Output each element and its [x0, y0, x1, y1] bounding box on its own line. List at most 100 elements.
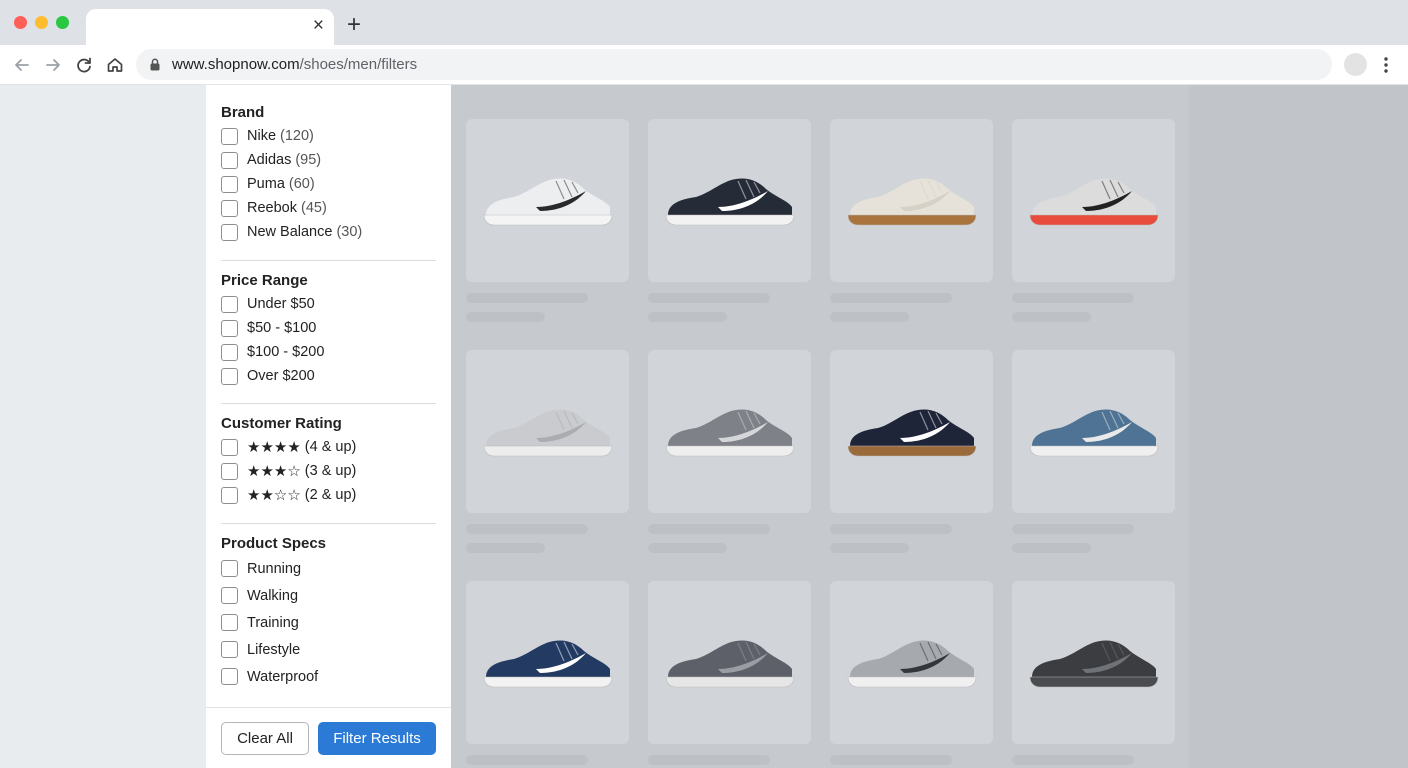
price-option-under-50[interactable]: Under $50 — [221, 292, 436, 316]
product-card[interactable] — [648, 350, 811, 553]
home-icon[interactable] — [105, 55, 125, 75]
brand-option-reebok[interactable]: Reebok (45) — [221, 196, 436, 220]
rating-option-4[interactable]: ★★★★ (4 & up) — [221, 435, 436, 459]
price-placeholder — [830, 543, 909, 553]
checkbox[interactable] — [221, 438, 238, 456]
product-card[interactable] — [466, 581, 629, 768]
right-gutter — [1189, 85, 1408, 768]
checkbox[interactable] — [221, 295, 238, 313]
checkbox[interactable] — [221, 319, 238, 337]
checkbox[interactable] — [221, 223, 238, 241]
specs-option-waterproof[interactable]: Waterproof — [221, 663, 436, 690]
product-image[interactable] — [648, 119, 811, 282]
product-card[interactable] — [466, 119, 629, 322]
brand-filter-title: Brand — [221, 104, 265, 121]
price-placeholder — [648, 543, 727, 553]
product-image[interactable] — [830, 350, 993, 513]
new-tab-icon[interactable]: + — [347, 12, 361, 38]
page-content: Brand Nike (120) Adidas (95) Puma (60) Reebok(… — [0, 85, 1408, 768]
product-card[interactable] — [648, 119, 811, 322]
product-card[interactable] — [830, 119, 993, 322]
filter-results-button[interactable]: Filter Results — [318, 722, 436, 755]
maximize-window-button[interactable] — [56, 16, 69, 29]
checkbox[interactable] — [221, 151, 238, 169]
product-card[interactable] — [466, 350, 629, 553]
brand-option-nike[interactable]: Nike (120) — [221, 124, 436, 148]
specs-option-lifestyle[interactable]: Lifestyle — [221, 636, 436, 663]
checkbox[interactable] — [221, 175, 238, 193]
checkbox[interactable] — [221, 614, 238, 631]
specs-option-running[interactable]: Running — [221, 555, 436, 582]
specs-option-walking[interactable]: Walking — [221, 582, 436, 609]
option-label: (2 & up) — [304, 487, 357, 503]
option-label: Reebok — [247, 200, 297, 216]
brand-option-adidas[interactable]: Adidas (95) — [221, 148, 436, 172]
product-card[interactable] — [1012, 119, 1175, 322]
product-image[interactable] — [466, 581, 629, 744]
checkbox[interactable] — [221, 486, 238, 504]
product-image[interactable] — [648, 581, 811, 744]
price-option-100-200[interactable]: $100 - $200 — [221, 340, 436, 364]
checkbox[interactable] — [221, 462, 238, 480]
product-card[interactable] — [830, 581, 993, 768]
checkbox[interactable] — [221, 199, 238, 217]
specs-filter-section: Product Specs Running Walking Training Life… — [221, 533, 436, 690]
product-image[interactable] — [466, 119, 629, 282]
checkbox[interactable] — [221, 641, 238, 658]
forward-arrow-icon[interactable] — [43, 55, 63, 75]
checkbox[interactable] — [221, 668, 238, 685]
back-arrow-icon[interactable] — [12, 55, 32, 75]
specs-option-training[interactable]: Training — [221, 609, 436, 636]
product-card[interactable] — [648, 581, 811, 768]
sneaker-image — [483, 178, 613, 226]
checkbox[interactable] — [221, 560, 238, 577]
url-path: /shoes/men/filters — [299, 56, 418, 73]
divider — [221, 523, 436, 524]
sneaker-image — [847, 178, 977, 226]
clear-all-button[interactable]: Clear All — [221, 722, 309, 755]
option-label: Lifestyle — [247, 641, 301, 658]
option-label: (4 & up) — [304, 439, 357, 455]
option-label: Nike — [247, 128, 277, 144]
close-tab-icon[interactable]: × — [313, 16, 324, 36]
product-image[interactable] — [1012, 350, 1175, 513]
sneaker-image — [847, 640, 977, 688]
product-image[interactable] — [1012, 119, 1175, 282]
price-filter-section: Price Range Under $50 $50 - $100 $100 - $2… — [221, 270, 436, 388]
product-card[interactable] — [830, 350, 993, 553]
price-placeholder — [466, 543, 545, 553]
price-option-50-100[interactable]: $50 - $100 — [221, 316, 436, 340]
price-option-over-200[interactable]: Over $200 — [221, 364, 436, 388]
brand-option-new-balance[interactable]: New Balance (30) — [221, 220, 436, 244]
tab-bar: × + — [0, 0, 1408, 45]
option-label: $100 - $200 — [247, 344, 325, 360]
option-label: Adidas — [247, 152, 292, 168]
brand-option-puma[interactable]: Puma (60) — [221, 172, 436, 196]
checkbox[interactable] — [221, 587, 238, 604]
checkbox[interactable] — [221, 343, 238, 361]
product-image[interactable] — [830, 581, 993, 744]
checkbox[interactable] — [221, 127, 238, 145]
sneaker-image — [483, 640, 613, 688]
browser-tab[interactable]: × — [86, 9, 334, 45]
sneaker-image — [1029, 640, 1159, 688]
specs-filter-title: Product Specs — [221, 535, 327, 552]
minimize-window-button[interactable] — [35, 16, 48, 29]
product-image[interactable] — [648, 350, 811, 513]
rating-option-3[interactable]: ★★★☆ (3 & up) — [221, 459, 436, 483]
rating-option-2[interactable]: ★★☆☆ (2 & up) — [221, 483, 436, 507]
price-placeholder — [830, 312, 909, 322]
address-bar[interactable]: www.shopnow.com/shoes/men/filters — [136, 49, 1332, 80]
filter-footer: Clear All Filter Results — [206, 707, 451, 768]
reload-icon[interactable] — [74, 55, 94, 75]
product-image[interactable] — [830, 119, 993, 282]
option-label: New Balance — [247, 224, 333, 240]
product-image[interactable] — [466, 350, 629, 513]
product-card[interactable] — [1012, 581, 1175, 768]
profile-avatar[interactable] — [1344, 53, 1367, 76]
close-window-button[interactable] — [14, 16, 27, 29]
product-image[interactable] — [1012, 581, 1175, 744]
menu-dots-icon[interactable] — [1380, 55, 1392, 75]
checkbox[interactable] — [221, 367, 238, 385]
product-card[interactable] — [1012, 350, 1175, 553]
